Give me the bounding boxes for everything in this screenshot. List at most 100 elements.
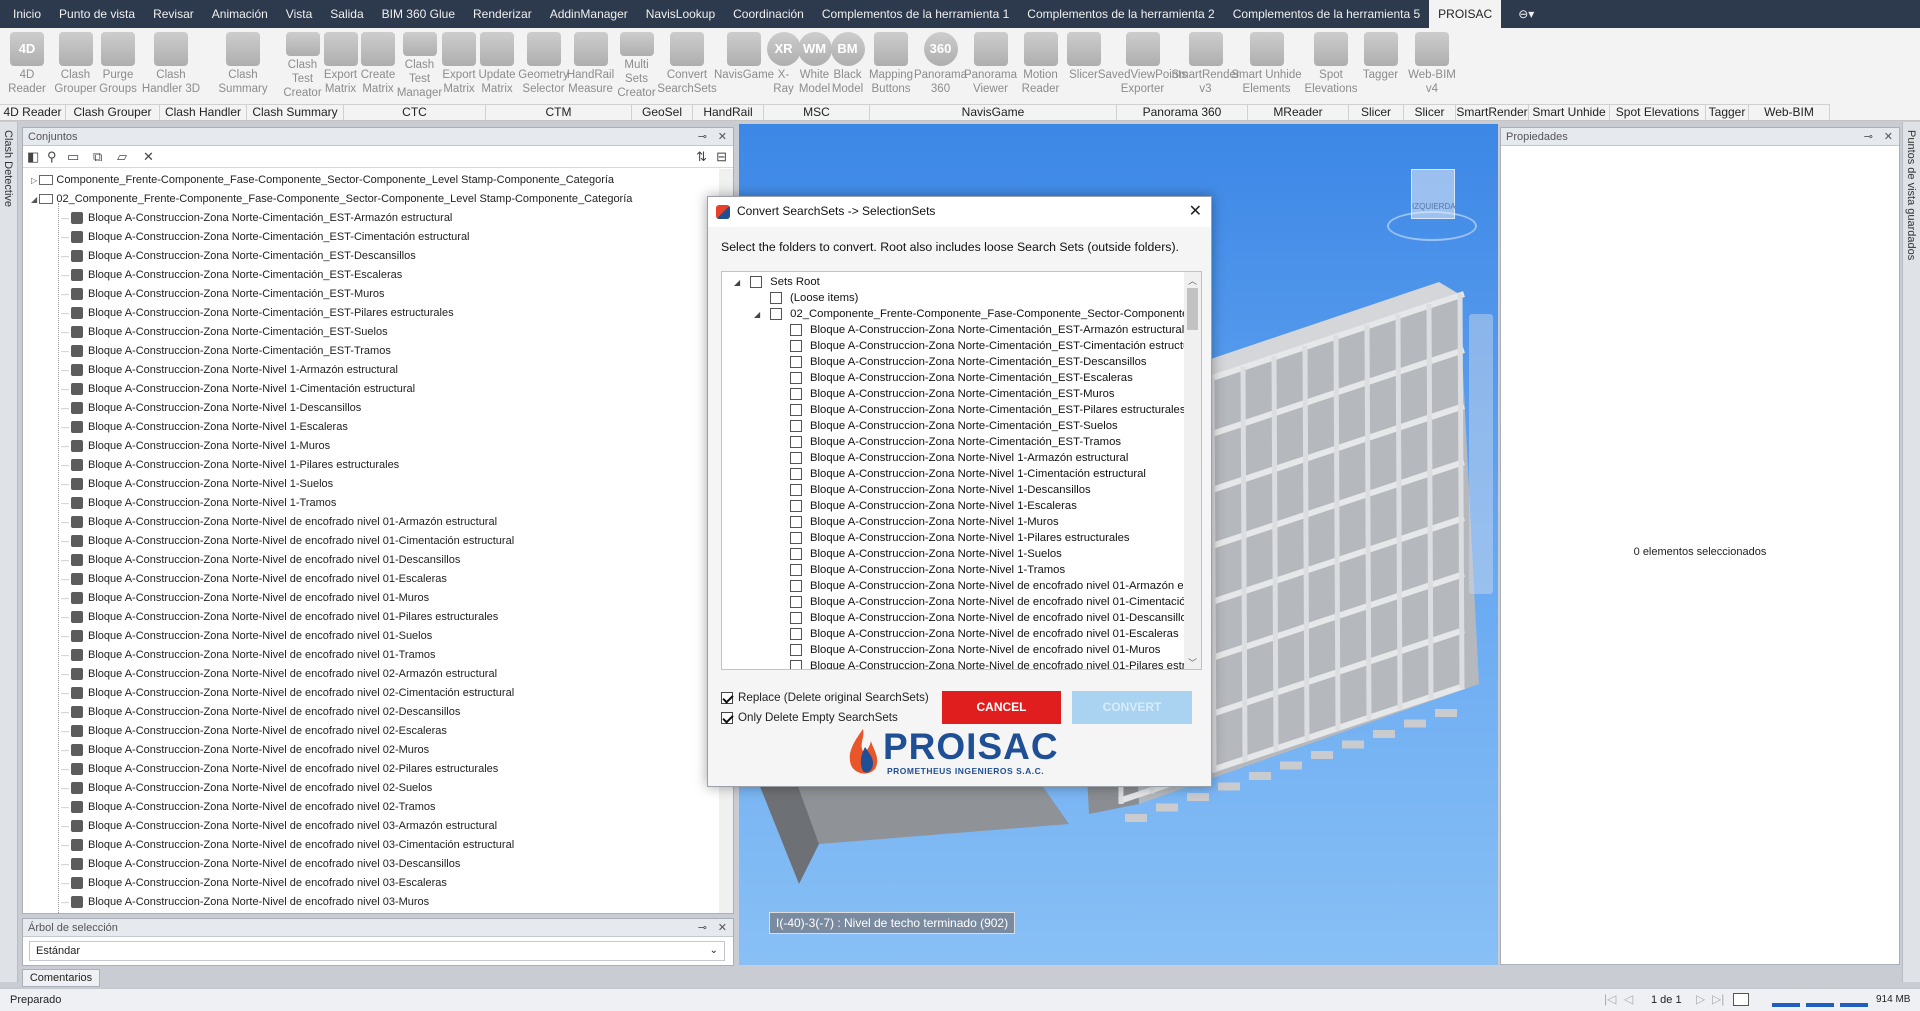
- folder-item-node[interactable]: Bloque A-Construccion-Zona Norte-Nivel 1…: [790, 466, 1146, 482]
- tree-checkbox[interactable]: [790, 484, 802, 497]
- comment-icon[interactable]: ▱: [117, 149, 127, 165]
- menu-tab[interactable]: NavisLookup: [637, 0, 724, 28]
- tree-checkbox[interactable]: [790, 324, 802, 337]
- scroll-down-icon[interactable]: ﹀: [1188, 656, 1197, 669]
- tree-checkbox[interactable]: [770, 292, 782, 305]
- new-folder-icon[interactable]: ▭: [67, 149, 79, 165]
- folder-node[interactable]: ◢ 02_Componente_Frente-Componente_Fase-Co…: [754, 306, 1186, 322]
- folder-item-node[interactable]: Bloque A-Construccion-Zona Norte-Cimenta…: [790, 370, 1133, 386]
- set-item[interactable]: — Bloque A-Construccion-Zona Norte-Nivel …: [61, 665, 497, 684]
- close-icon[interactable]: ✕: [1884, 128, 1893, 146]
- expand-icon[interactable]: ◢: [754, 310, 760, 319]
- set-item[interactable]: — Bloque A-Construccion-Zona Norte-Nivel …: [61, 551, 460, 570]
- folder-item-node[interactable]: Bloque A-Construccion-Zona Norte-Cimenta…: [790, 338, 1186, 354]
- convert-button[interactable]: CONVERT: [1072, 691, 1192, 724]
- tree-checkbox[interactable]: [790, 452, 802, 465]
- clash-detective-side-tab[interactable]: Clash Detective: [0, 122, 18, 982]
- set-folder[interactable]: ◢ 02_Componente_Frente-Componente_Fase-C…: [31, 190, 632, 209]
- duplicate-icon[interactable]: ⧉: [93, 149, 102, 165]
- close-icon[interactable]: ✕: [1189, 201, 1202, 221]
- folder-item-node[interactable]: Bloque A-Construccion-Zona Norte-Nivel 1…: [790, 450, 1128, 466]
- tree-checkbox[interactable]: [790, 436, 802, 449]
- menu-tab[interactable]: Renderizar: [464, 0, 541, 28]
- folder-item-node[interactable]: Bloque A-Construccion-Zona Norte-Nivel 1…: [790, 482, 1091, 498]
- set-item[interactable]: — Bloque A-Construccion-Zona Norte-Nivel …: [61, 684, 514, 703]
- tree-checkbox[interactable]: [790, 580, 802, 593]
- set-item[interactable]: — Bloque A-Construccion-Zona Norte-Nivel …: [61, 741, 429, 760]
- ribbon-button[interactable]: Export Matrix: [441, 32, 477, 100]
- set-item[interactable]: — Bloque A-Construccion-Zona Norte-Nivel …: [61, 893, 429, 912]
- cancel-button[interactable]: CANCEL: [942, 691, 1061, 724]
- menu-tab[interactable]: PROISAC: [1429, 0, 1502, 28]
- expand-icon[interactable]: ◢: [31, 195, 39, 204]
- set-item[interactable]: — Bloque A-Construccion-Zona Norte-Nivel …: [61, 779, 432, 798]
- set-folder[interactable]: ▷ Componente_Frente-Componente_Fase-Comp…: [31, 171, 614, 190]
- set-item[interactable]: — Bloque A-Construccion-Zona Norte-Nivel …: [61, 456, 399, 475]
- tree-checkbox[interactable]: [790, 468, 802, 481]
- tree-checkbox[interactable]: [790, 356, 802, 369]
- sheet-browser-icon[interactable]: [1733, 993, 1749, 1006]
- ribbon-button[interactable]: Tagger: [1358, 32, 1403, 100]
- ribbon-button[interactable]: Geometry Selector: [518, 32, 569, 100]
- set-item[interactable]: — Bloque A-Construccion-Zona Norte-Ciment…: [61, 323, 388, 342]
- ribbon-button[interactable]: Export Matrix: [323, 32, 358, 100]
- ribbon-button[interactable]: Clash Test Creator: [282, 32, 323, 100]
- set-item[interactable]: — Bloque A-Construccion-Zona Norte-Ciment…: [61, 266, 402, 285]
- only-empty-checkbox-row[interactable]: Only Delete Empty SearchSets: [721, 711, 898, 727]
- menu-tab[interactable]: Complementos de la herramienta 1: [813, 0, 1018, 28]
- menu-tab[interactable]: Punto de vista: [50, 0, 144, 28]
- tree-checkbox[interactable]: [790, 404, 802, 417]
- ribbon-button[interactable]: Update Matrix: [477, 32, 517, 100]
- ribbon-button[interactable]: Clash Test Manager: [397, 32, 442, 100]
- replace-checkbox-row[interactable]: Replace (Delete original SearchSets): [721, 691, 929, 707]
- quick-access-icon[interactable]: ⊖▾: [1509, 0, 1543, 28]
- menu-tab[interactable]: Animación: [203, 0, 277, 28]
- folder-item-node[interactable]: Bloque A-Construccion-Zona Norte-Cimenta…: [790, 386, 1115, 402]
- folder-item-node[interactable]: Bloque A-Construccion-Zona Norte-Nivel 1…: [790, 514, 1059, 530]
- set-item[interactable]: — Bloque A-Construccion-Zona Norte-Ciment…: [61, 304, 454, 323]
- set-item[interactable]: — Bloque A-Construccion-Zona Norte-Nivel …: [61, 722, 447, 741]
- set-item[interactable]: — Bloque A-Construccion-Zona Norte-Ciment…: [61, 228, 470, 247]
- sort-icon[interactable]: ⇅: [696, 149, 707, 165]
- save-search-icon[interactable]: ⚲: [47, 149, 57, 165]
- menu-tab[interactable]: Vista: [277, 0, 321, 28]
- tree-checkbox[interactable]: [790, 340, 802, 353]
- ribbon-button[interactable]: 360 Panorama 360: [914, 32, 967, 100]
- close-icon[interactable]: ✕: [718, 128, 727, 146]
- ribbon-button[interactable]: Motion Reader: [1017, 32, 1064, 100]
- tree-checkbox[interactable]: [750, 276, 763, 289]
- set-item[interactable]: — Bloque A-Construccion-Zona Norte-Nivel …: [61, 855, 460, 874]
- loose-items-node[interactable]: (Loose items): [770, 290, 858, 306]
- menu-tab[interactable]: Inicio: [4, 0, 50, 28]
- folder-item-node[interactable]: Bloque A-Construccion-Zona Norte-Cimenta…: [790, 322, 1184, 338]
- ribbon-button[interactable]: Create Matrix: [358, 32, 398, 100]
- menu-tab[interactable]: Coordinación: [724, 0, 813, 28]
- menu-tab[interactable]: Revisar: [144, 0, 203, 28]
- selection-tree-dropdown[interactable]: Estándar ⌄: [29, 941, 725, 961]
- folder-item-node[interactable]: Bloque A-Construccion-Zona Norte-Nivel d…: [790, 610, 1186, 626]
- menu-tab[interactable]: AddinManager: [541, 0, 637, 28]
- set-item[interactable]: — Bloque A-Construccion-Zona Norte-Nivel …: [61, 570, 447, 589]
- import-export-icon[interactable]: ⊟: [716, 149, 727, 165]
- set-item[interactable]: — Bloque A-Construccion-Zona Norte-Nivel …: [61, 399, 361, 418]
- set-item[interactable]: — Bloque A-Construccion-Zona Norte-Ciment…: [61, 342, 391, 361]
- set-item[interactable]: — Bloque A-Construccion-Zona Norte-Nivel …: [61, 589, 429, 608]
- last-page-icon[interactable]: ▷|: [1712, 992, 1724, 1006]
- expand-icon[interactable]: ▷: [31, 176, 39, 185]
- ribbon-button[interactable]: BM Black Model: [830, 32, 865, 100]
- tree-checkbox[interactable]: [790, 548, 802, 561]
- set-item[interactable]: — Bloque A-Construccion-Zona Norte-Nivel …: [61, 494, 336, 513]
- set-item[interactable]: — Bloque A-Construccion-Zona Norte-Ciment…: [61, 247, 416, 266]
- pin-icon[interactable]: ⊸: [698, 128, 707, 146]
- folder-item-node[interactable]: Bloque A-Construccion-Zona Norte-Nivel d…: [790, 642, 1160, 658]
- set-item[interactable]: — Bloque A-Construccion-Zona Norte-Nivel …: [61, 532, 514, 551]
- only-delete-empty-checkbox[interactable]: [721, 711, 733, 724]
- sets-root-node[interactable]: ◢ Sets Root: [734, 274, 820, 290]
- pin-icon[interactable]: ⊸: [698, 919, 707, 937]
- scroll-thumb[interactable]: [1187, 288, 1198, 330]
- set-item[interactable]: — Bloque A-Construccion-Zona Norte-Nivel …: [61, 874, 447, 893]
- save-selection-icon[interactable]: ◧: [27, 149, 39, 165]
- close-icon[interactable]: ✕: [718, 919, 727, 937]
- tree-checkbox[interactable]: [790, 644, 802, 657]
- viewcube[interactable]: IZQUIERDA: [1387, 169, 1477, 249]
